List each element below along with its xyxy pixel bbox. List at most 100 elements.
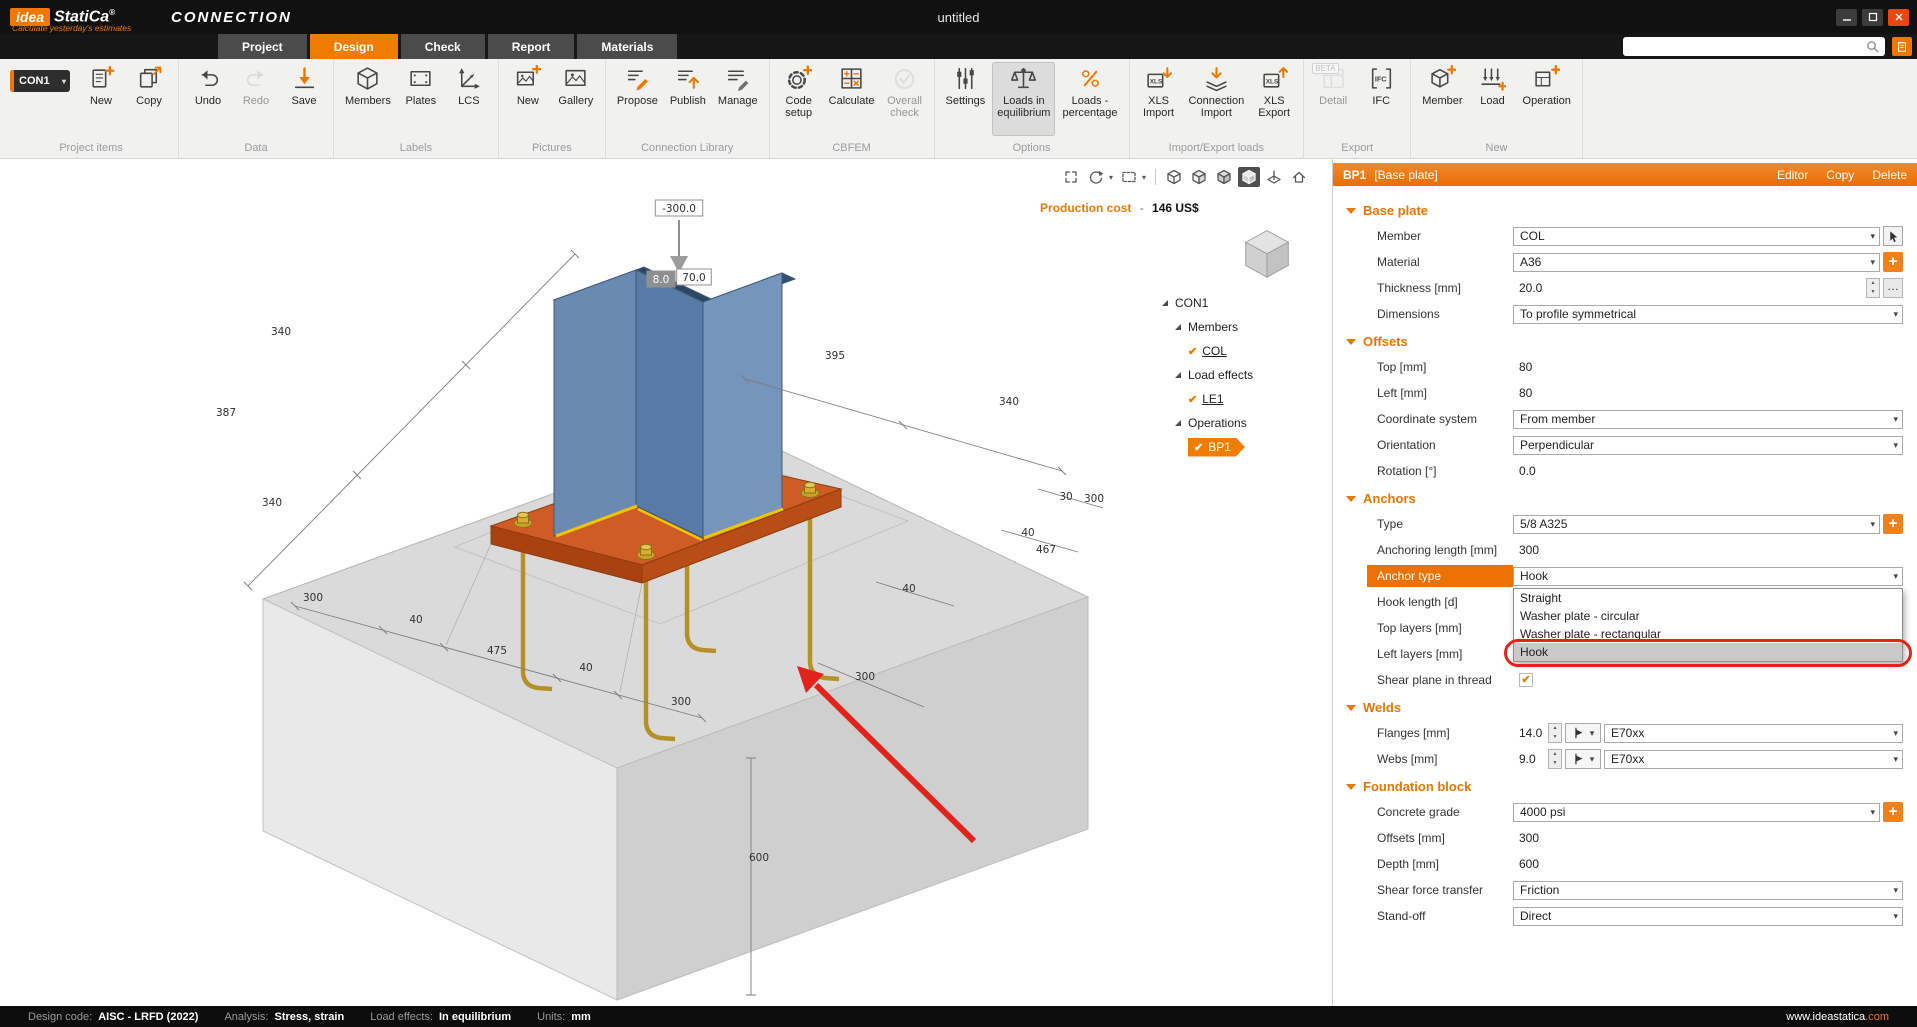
tree-item-le1[interactable]: ✔LE1 xyxy=(1162,387,1328,411)
minimize-button[interactable] xyxy=(1836,9,1857,26)
more-options-button[interactable]: … xyxy=(1883,278,1903,298)
expander-icon[interactable] xyxy=(1162,300,1168,306)
ribbon-button-members[interactable]: Members xyxy=(340,62,396,136)
ribbon-button-settings[interactable]: Settings xyxy=(941,62,991,136)
ribbon-button-gallery[interactable]: Gallery xyxy=(553,62,599,136)
ribbon-button-calculate[interactable]: Calculate xyxy=(824,62,880,136)
ribbon-button-copy[interactable]: Copy xyxy=(126,62,172,136)
collapse-icon[interactable] xyxy=(1346,784,1356,790)
tab-check[interactable]: Check xyxy=(401,34,485,59)
ribbon-button-xls-import[interactable]: XLSXLS Import xyxy=(1136,62,1182,136)
stepper-down[interactable]: ▼ xyxy=(1549,759,1561,768)
ribbon-button-save[interactable]: Save xyxy=(281,62,327,136)
props-action-editor[interactable]: Editor xyxy=(1777,168,1808,182)
ribbon-button-xls-export[interactable]: XLSXLS Export xyxy=(1251,62,1297,136)
view-expand-button[interactable] xyxy=(1060,167,1082,187)
ribbon-button-lcs[interactable]: LCS xyxy=(446,62,492,136)
connection-selector[interactable]: CON1▾ xyxy=(10,70,70,92)
value-left-mm[interactable]: 80 xyxy=(1513,386,1532,400)
dropdown-member[interactable]: COL▾ xyxy=(1513,227,1880,246)
stepper-up[interactable]: ▲ xyxy=(1549,750,1561,759)
tab-design[interactable]: Design xyxy=(310,34,398,59)
chevron-down-icon[interactable]: ▾ xyxy=(1109,173,1113,182)
expander-icon[interactable] xyxy=(1175,372,1181,378)
props-action-copy[interactable]: Copy xyxy=(1826,168,1854,182)
tree-item-bp1[interactable]: ✔BP1 xyxy=(1162,435,1328,459)
ribbon-button-new[interactable]: New xyxy=(505,62,551,136)
ribbon-button-operation[interactable]: Operation xyxy=(1518,62,1576,136)
ribbon-button-new[interactable]: New xyxy=(78,62,124,136)
ribbon-button-member[interactable]: Member xyxy=(1417,62,1467,136)
ribbon-button-loads-percentage[interactable]: Loads - percentage xyxy=(1057,62,1122,136)
value-flanges-mm[interactable]: 14.0 xyxy=(1513,726,1545,740)
dropdown-type[interactable]: 5/8 A325▾ xyxy=(1513,515,1880,534)
model-canvas[interactable]: -300.08.070.0340387340300404754030039534… xyxy=(0,159,1332,1006)
tree-item-col[interactable]: ✔COL xyxy=(1162,339,1328,363)
dropdown-orientation[interactable]: Perpendicular▾ xyxy=(1513,436,1903,455)
stepper[interactable]: ▲▼ xyxy=(1548,723,1562,743)
ribbon-button-load[interactable]: Load xyxy=(1470,62,1516,136)
view-orbit-button[interactable] xyxy=(1085,167,1107,187)
dropdown-option-straight[interactable]: Straight xyxy=(1514,589,1902,607)
dropdown-option-washer-plate-rectangular[interactable]: Washer plate - rectangular xyxy=(1514,625,1902,643)
ribbon-button-ifc[interactable]: IFCIFC xyxy=(1358,62,1404,136)
stepper[interactable]: ▲▼ xyxy=(1866,278,1880,298)
dropdown-option-hook[interactable]: Hook xyxy=(1514,643,1902,661)
ribbon-button-manage[interactable]: Manage xyxy=(713,62,763,136)
stepper-down[interactable]: ▼ xyxy=(1549,733,1561,742)
dropdown-option-washer-plate-circular[interactable]: Washer plate - circular xyxy=(1514,607,1902,625)
navigation-cube[interactable] xyxy=(1236,219,1298,281)
value-rotation[interactable]: 0.0 xyxy=(1513,464,1536,478)
value-thickness-mm[interactable]: 20.0 xyxy=(1513,281,1542,295)
value-webs-mm[interactable]: 9.0 xyxy=(1513,752,1545,766)
collapse-icon[interactable] xyxy=(1346,705,1356,711)
ribbon-button-connection-import[interactable]: Connection Import xyxy=(1184,62,1250,136)
tab-project[interactable]: Project xyxy=(218,34,307,59)
dropdown-flanges-mm-material[interactable]: E70xx▾ xyxy=(1604,724,1903,743)
dropdown-webs-mm-material[interactable]: E70xx▾ xyxy=(1604,750,1903,769)
dropdown-concrete-grade[interactable]: 4000 psi▾ xyxy=(1513,803,1880,822)
search-input[interactable] xyxy=(1629,40,1866,54)
dropdown-coordinate-system[interactable]: From member▾ xyxy=(1513,410,1903,429)
website-link[interactable]: www.ideastatica.com xyxy=(1786,1011,1889,1023)
view-cube-faces-button[interactable] xyxy=(1188,167,1210,187)
props-action-delete[interactable]: Delete xyxy=(1872,168,1907,182)
collapse-icon[interactable] xyxy=(1346,208,1356,214)
stepper-up[interactable]: ▲ xyxy=(1549,724,1561,733)
tree-item-members[interactable]: Members xyxy=(1162,315,1328,339)
ribbon-button-publish[interactable]: Publish xyxy=(665,62,711,136)
pick-member-button[interactable] xyxy=(1883,226,1903,246)
view-cube-edges-button[interactable] xyxy=(1213,167,1235,187)
dropdown-material[interactable]: A36▾ xyxy=(1513,253,1880,272)
ribbon-button-redo[interactable]: Redo xyxy=(233,62,279,136)
stepper-up[interactable]: ▲ xyxy=(1867,279,1879,288)
dropdown-anchor-type[interactable]: Hook▾ xyxy=(1513,567,1903,586)
value-top-mm[interactable]: 80 xyxy=(1513,360,1532,374)
checkbox-shear-plane-in-thread[interactable]: ✔ xyxy=(1519,673,1533,687)
view-section-button[interactable] xyxy=(1118,167,1140,187)
maximize-button[interactable] xyxy=(1862,9,1883,26)
tab-report[interactable]: Report xyxy=(488,34,575,59)
chevron-down-icon[interactable]: ▾ xyxy=(1142,173,1146,182)
weld-type-button[interactable]: ▾ xyxy=(1565,749,1601,769)
value-anchoring-length-mm[interactable]: 300 xyxy=(1513,543,1539,557)
ribbon-button-detail[interactable]: BETADetail xyxy=(1310,62,1356,136)
add-type-button[interactable]: + xyxy=(1883,514,1903,534)
ribbon-button-overall-check[interactable]: Overall check xyxy=(882,62,928,136)
add-material-button[interactable]: + xyxy=(1883,252,1903,272)
stepper-down[interactable]: ▼ xyxy=(1867,288,1879,297)
dropdown-shear-force-transfer[interactable]: Friction▾ xyxy=(1513,881,1903,900)
view-home-button[interactable] xyxy=(1288,167,1310,187)
app-badge-button[interactable] xyxy=(1892,37,1912,56)
tree-item-load-effects[interactable]: Load effects xyxy=(1162,363,1328,387)
ribbon-button-code-setup[interactable]: Code setup xyxy=(776,62,822,136)
expander-icon[interactable] xyxy=(1175,420,1181,426)
weld-type-button[interactable]: ▾ xyxy=(1565,723,1601,743)
collapse-icon[interactable] xyxy=(1346,496,1356,502)
expander-icon[interactable] xyxy=(1175,324,1181,330)
collapse-icon[interactable] xyxy=(1346,339,1356,345)
tree-item-operations[interactable]: Operations xyxy=(1162,411,1328,435)
close-button[interactable] xyxy=(1888,9,1909,26)
dropdown-dimensions[interactable]: To profile symmetrical▾ xyxy=(1513,305,1903,324)
view-cube-wire-button[interactable] xyxy=(1163,167,1185,187)
